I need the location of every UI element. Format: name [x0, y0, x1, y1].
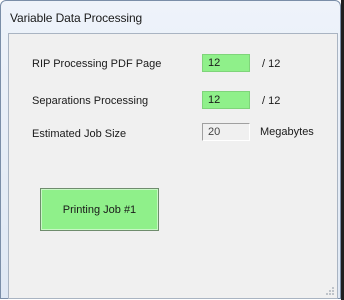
window-title: Variable Data Processing — [10, 11, 143, 25]
dialog-client-area: RIP Processing PDF Page 12 / 12 Separati… — [8, 33, 338, 299]
job-size-label: Estimated Job Size — [32, 128, 127, 140]
job-size-field: 20 — [202, 123, 250, 141]
dialog-window: Variable Data Processing RIP Processing … — [0, 0, 341, 299]
separations-label: Separations Processing — [32, 95, 149, 107]
separations-field: 12 — [202, 91, 250, 109]
printing-job-button[interactable]: Printing Job #1 — [40, 188, 159, 231]
rip-page-total: / 12 — [262, 58, 281, 70]
resize-grip-icon[interactable] — [325, 286, 335, 296]
separations-total: / 12 — [262, 95, 281, 107]
rip-page-field: 12 — [202, 54, 250, 72]
title-bar[interactable]: Variable Data Processing — [1, 1, 340, 33]
job-size-unit: Megabytes — [260, 126, 314, 138]
rip-processing-label: RIP Processing PDF Page — [32, 58, 162, 70]
